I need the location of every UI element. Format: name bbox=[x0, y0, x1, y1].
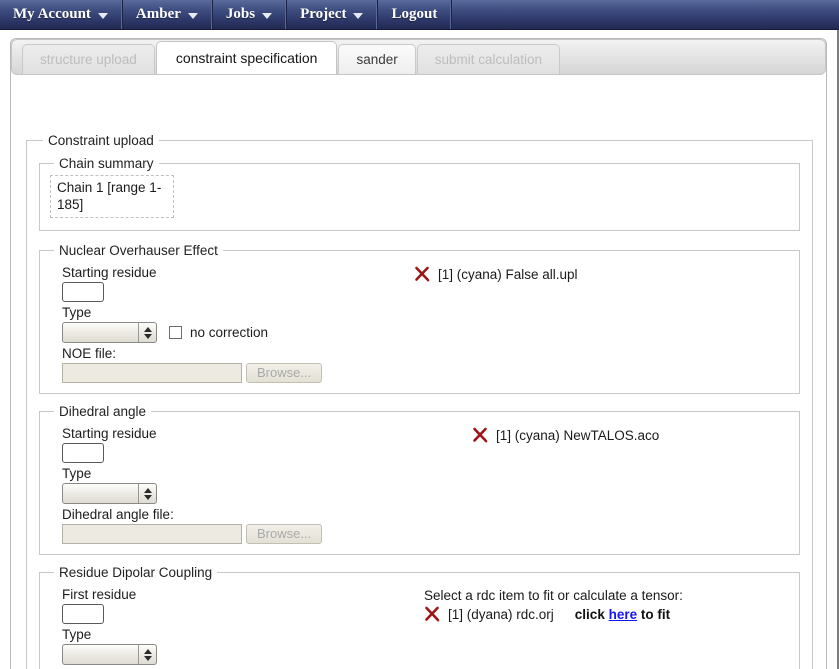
tab-sander[interactable]: sander bbox=[338, 44, 416, 74]
dihedral-type-label: Type bbox=[62, 466, 92, 481]
delete-x-icon[interactable] bbox=[472, 427, 489, 444]
noe-legend: Nuclear Overhauser Effect bbox=[59, 243, 218, 258]
noe-type-label: Type bbox=[62, 305, 92, 320]
menu-bar-filler bbox=[451, 0, 839, 29]
chain-summary-fieldset: Chain summary Chain 1 [range 1-185] bbox=[39, 156, 800, 231]
tab-submit-calculation[interactable]: submit calculation bbox=[416, 44, 561, 74]
chevron-down-icon bbox=[187, 12, 198, 19]
noe-no-correction-wrap[interactable]: no correction bbox=[169, 325, 268, 340]
tab-structure-upload[interactable]: structure upload bbox=[22, 44, 155, 74]
menu-item-label: Jobs bbox=[225, 6, 256, 22]
constraint-upload-legend: Constraint upload bbox=[48, 133, 154, 148]
noe-residue-label: Starting residue bbox=[62, 265, 157, 280]
rdc-items-list: Select a rdc item to fit or calculate a … bbox=[402, 584, 789, 626]
delete-x-icon[interactable] bbox=[424, 606, 441, 623]
menu-item-project[interactable]: Project bbox=[286, 0, 378, 29]
list-item-label: [1] (dyana) rdc.orj bbox=[448, 607, 554, 622]
noe-fieldset: Nuclear Overhauser Effect Starting resid… bbox=[39, 243, 800, 394]
stepper-arrows-icon bbox=[138, 484, 156, 503]
menu-item-label: Project bbox=[300, 6, 347, 22]
fit-suffix: to fit bbox=[637, 607, 671, 622]
list-item[interactable]: [1] (dyana) rdc.orj click here to fit bbox=[424, 606, 789, 623]
rdc-type-label: Type bbox=[62, 627, 92, 642]
delete-x-icon[interactable] bbox=[414, 266, 431, 283]
list-item-label: [1] (cyana) False all.upl bbox=[438, 267, 578, 282]
noe-type-select[interactable] bbox=[62, 322, 157, 343]
dihedral-legend: Dihedral angle bbox=[59, 404, 147, 419]
dihedral-items-list: [1] (cyana) NewTALOS.aco bbox=[402, 423, 789, 447]
fit-action: click here to fit bbox=[575, 607, 670, 622]
menu-item-label: Logout bbox=[391, 6, 438, 22]
rdc-body: First residue Type RDC file: Browse... bbox=[50, 584, 789, 669]
rdc-type-select[interactable] bbox=[62, 644, 157, 665]
dihedral-starting-residue-input[interactable] bbox=[62, 443, 104, 463]
constraint-upload-fieldset: Constraint upload Chain summary Chain 1 … bbox=[26, 133, 813, 669]
dihedral-file-label: Dihedral angle file: bbox=[62, 507, 174, 522]
rdc-type-row bbox=[62, 644, 402, 665]
menu-item-my-account[interactable]: My Account bbox=[0, 0, 122, 29]
menu-item-amber[interactable]: Amber bbox=[121, 0, 212, 29]
noe-no-correction-checkbox[interactable] bbox=[169, 326, 182, 339]
noe-file-input[interactable] bbox=[62, 363, 242, 383]
chain-summary-legend: Chain summary bbox=[59, 156, 154, 171]
noe-type-row: no correction bbox=[62, 322, 402, 343]
noe-file-label: NOE file: bbox=[62, 346, 117, 361]
rdc-hint-text: Select a rdc item to fit or calculate a … bbox=[424, 588, 683, 603]
noe-file-row: Browse... bbox=[62, 363, 402, 383]
rdc-residue-label: First residue bbox=[62, 587, 137, 602]
list-item-label: [1] (cyana) NewTALOS.aco bbox=[496, 428, 660, 443]
chevron-down-icon bbox=[262, 12, 273, 19]
dihedral-file-input[interactable] bbox=[62, 524, 242, 544]
list-item[interactable]: [1] (cyana) NewTALOS.aco bbox=[472, 427, 789, 444]
dihedral-controls: Starting residue Type Dihedral angle fil… bbox=[50, 423, 402, 544]
dihedral-body: Starting residue Type Dihedral angle fil… bbox=[50, 423, 789, 544]
dihedral-browse-button[interactable]: Browse... bbox=[246, 524, 323, 544]
menu-item-jobs[interactable]: Jobs bbox=[211, 0, 287, 29]
stepper-arrows-icon bbox=[138, 323, 156, 342]
rdc-fieldset: Residue Dipolar Coupling First residue T… bbox=[39, 565, 800, 669]
dihedral-residue-label: Starting residue bbox=[62, 426, 157, 441]
rdc-legend: Residue Dipolar Coupling bbox=[59, 565, 213, 580]
fit-here-link[interactable]: here bbox=[609, 607, 638, 622]
chevron-down-icon bbox=[353, 12, 364, 19]
stepper-arrows-icon bbox=[138, 645, 156, 664]
dihedral-file-row: Browse... bbox=[62, 524, 402, 544]
rdc-controls: First residue Type RDC file: Browse... bbox=[50, 584, 402, 669]
fit-prefix: click bbox=[574, 607, 609, 622]
main-menu-bar: My Account Amber Jobs Project Logout bbox=[0, 0, 839, 30]
noe-body: Starting residue Type no correction NOE … bbox=[50, 262, 789, 383]
dihedral-type-select[interactable] bbox=[62, 483, 157, 504]
noe-browse-button[interactable]: Browse... bbox=[246, 363, 323, 383]
noe-no-correction-label: no correction bbox=[190, 325, 269, 340]
dihedral-fieldset: Dihedral angle Starting residue Type Dih… bbox=[39, 404, 800, 555]
tab-constraint-specification[interactable]: constraint specification bbox=[155, 41, 338, 74]
chevron-down-icon bbox=[97, 12, 108, 19]
noe-items-list: [1] (cyana) False all.upl bbox=[402, 262, 789, 286]
noe-starting-residue-input[interactable] bbox=[62, 282, 104, 302]
menu-item-label: Amber bbox=[135, 6, 181, 22]
chain-summary-item[interactable]: Chain 1 [range 1-185] bbox=[50, 175, 174, 218]
dihedral-type-row bbox=[62, 483, 402, 504]
noe-controls: Starting residue Type no correction NOE … bbox=[50, 262, 402, 383]
page-body: structure upload constraint specificatio… bbox=[0, 30, 839, 669]
menu-item-label: My Account bbox=[13, 6, 91, 22]
tab-strip: structure upload constraint specificatio… bbox=[11, 39, 826, 75]
rdc-first-residue-input[interactable] bbox=[62, 604, 104, 624]
list-item[interactable]: [1] (cyana) False all.upl bbox=[414, 266, 789, 283]
menu-item-logout[interactable]: Logout bbox=[377, 0, 452, 29]
